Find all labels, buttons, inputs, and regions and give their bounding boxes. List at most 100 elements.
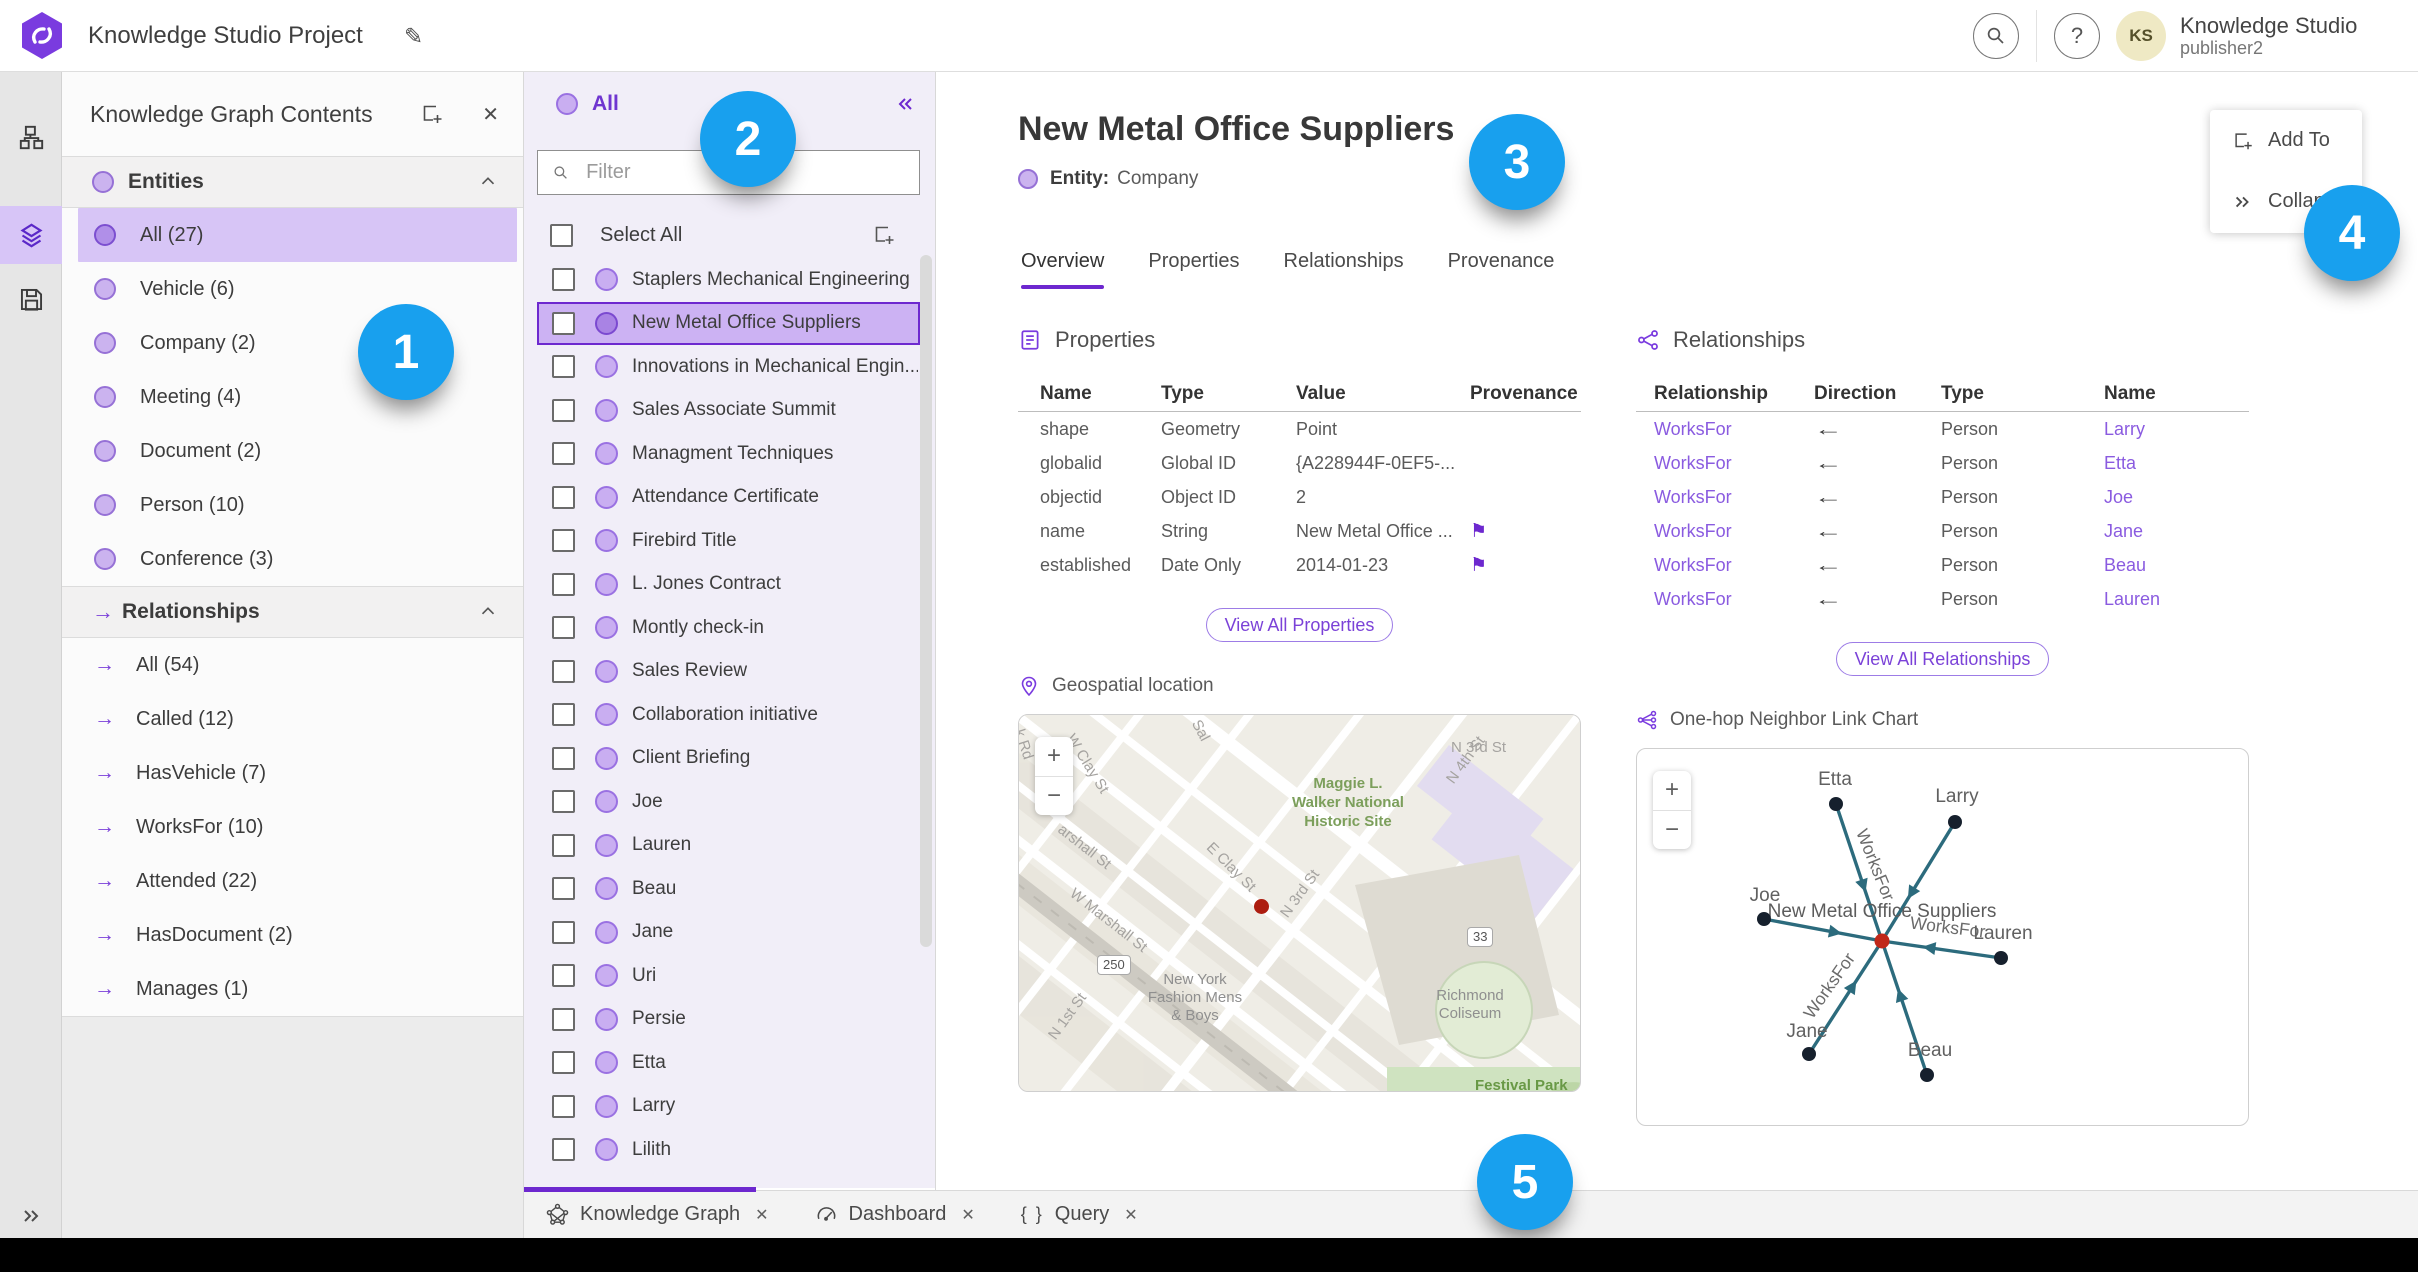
tab-knowledge-graph[interactable]: Knowledge Graph ✕ <box>546 1203 769 1226</box>
relationship-link[interactable]: WorksFor <box>1654 589 1814 610</box>
add-to-menu-item[interactable]: Add To <box>2210 110 2362 171</box>
entity-instance-item[interactable]: Jane <box>537 911 920 955</box>
select-all-checkbox[interactable] <box>550 223 573 247</box>
entity-instance-item[interactable]: Beau <box>537 867 920 911</box>
item-checkbox[interactable] <box>552 485 575 509</box>
provenance-flag-icon[interactable]: ⚑ <box>1470 554 1581 577</box>
entity-instance-item[interactable]: Uri <box>537 954 920 998</box>
entity-instance-item[interactable]: Larry <box>537 1085 920 1129</box>
item-checkbox[interactable] <box>552 572 575 596</box>
item-checkbox[interactable] <box>552 311 575 335</box>
entity-instance-item[interactable]: L. Jones Contract <box>537 563 920 607</box>
list-scrollbar[interactable] <box>920 255 932 947</box>
entities-section-header[interactable]: Entities <box>62 156 523 208</box>
entity-instance-item[interactable]: Etta <box>537 1041 920 1085</box>
link-chart-node[interactable]: Larry <box>1935 786 1979 829</box>
item-checkbox[interactable] <box>552 398 575 422</box>
item-checkbox[interactable] <box>552 920 575 944</box>
entity-instance-item[interactable]: Collaboration initiative <box>537 693 920 737</box>
related-entity-link[interactable]: Beau <box>2104 555 2249 576</box>
map-zoom-out-button[interactable]: − <box>1035 777 1073 816</box>
entity-instance-item[interactable]: Lauren <box>537 824 920 868</box>
contents-nav-button[interactable] <box>0 206 62 264</box>
link-chart[interactable]: WorksFor WorksFor WorksFor New Metal Office… <box>1636 748 2249 1126</box>
add-entity-button[interactable] <box>872 223 896 247</box>
item-checkbox[interactable] <box>552 442 575 466</box>
save-nav-button[interactable] <box>0 270 62 328</box>
item-checkbox[interactable] <box>552 355 575 379</box>
item-checkbox[interactable] <box>552 790 575 814</box>
related-entity-link[interactable]: Etta <box>2104 453 2249 474</box>
collapse-relationships-icon[interactable] <box>477 601 499 623</box>
tab-dashboard[interactable]: Dashboard ✕ <box>815 1203 975 1226</box>
view-all-relationships-button[interactable]: View All Relationships <box>1835 642 2050 676</box>
collapse-list-panel-button[interactable] <box>893 92 917 116</box>
avatar[interactable]: KS <box>2116 11 2166 61</box>
entity-instance-item[interactable]: Joe <box>537 780 920 824</box>
help-button[interactable]: ? <box>2054 13 2100 59</box>
item-checkbox[interactable] <box>552 529 575 553</box>
entity-instance-item[interactable]: Firebird Title <box>537 519 920 563</box>
entity-instance-item[interactable]: Sales Associate Summit <box>537 389 920 433</box>
entity-instance-item[interactable]: Sales Review <box>537 650 920 694</box>
close-contents-panel-button[interactable]: ✕ <box>482 102 499 127</box>
relationship-link[interactable]: WorksFor <box>1654 555 1814 576</box>
item-checkbox[interactable] <box>552 746 575 770</box>
search-button[interactable] <box>1973 13 2019 59</box>
related-entity-link[interactable]: Larry <box>2104 419 2249 440</box>
entity-instance-item[interactable]: Montly check-in <box>537 606 920 650</box>
item-checkbox[interactable] <box>552 616 575 640</box>
relationships-section-header[interactable]: → Relationships <box>62 586 523 638</box>
entity-instance-item[interactable]: Staplers Mechanical Engineering <box>537 258 920 302</box>
link-chart-node[interactable]: Lauren <box>1973 923 2033 965</box>
add-to-contents-button[interactable] <box>420 102 444 126</box>
item-checkbox[interactable] <box>552 1094 575 1118</box>
entity-type-item[interactable]: Meeting (4) <box>78 370 517 424</box>
close-tab-icon[interactable]: ✕ <box>1124 1205 1137 1225</box>
entity-instance-item[interactable]: Innovations in Mechanical Engin... <box>537 345 920 389</box>
item-checkbox[interactable] <box>552 703 575 727</box>
relationship-link[interactable]: WorksFor <box>1654 419 1814 440</box>
link-chart-node[interactable]: Beau <box>1908 1040 1952 1082</box>
link-chart-node[interactable]: Jane <box>1786 1021 1828 1061</box>
relationship-link[interactable]: WorksFor <box>1654 521 1814 542</box>
entity-instance-item[interactable]: Attendance Certificate <box>537 476 920 520</box>
tab-properties[interactable]: Properties <box>1148 250 1239 289</box>
relationship-type-item[interactable]: → All (54) <box>78 638 517 692</box>
item-checkbox[interactable] <box>552 877 575 901</box>
entity-instance-item[interactable]: Lilith <box>537 1128 920 1172</box>
entity-type-item[interactable]: All (27) <box>78 208 517 262</box>
relationship-type-item[interactable]: → Manages (1) <box>78 962 517 1016</box>
entity-instance-item[interactable]: Client Briefing <box>537 737 920 781</box>
entity-instance-item[interactable]: Persie <box>537 998 920 1042</box>
geospatial-map[interactable]: + − k Rd W Clay St Sal arshall St W Marshall… <box>1018 714 1581 1092</box>
entity-type-item[interactable]: Conference (3) <box>78 532 517 586</box>
tab-relationships[interactable]: Relationships <box>1284 250 1404 289</box>
app-logo-icon[interactable] <box>20 11 64 60</box>
link-chart-node[interactable]: Etta <box>1818 769 1852 811</box>
relationship-type-item[interactable]: → Called (12) <box>78 692 517 746</box>
item-checkbox[interactable] <box>552 1138 575 1162</box>
item-checkbox[interactable] <box>552 964 575 988</box>
item-checkbox[interactable] <box>552 833 575 857</box>
item-checkbox[interactable] <box>552 268 575 292</box>
related-entity-link[interactable]: Jane <box>2104 521 2249 542</box>
link-chart-zoom-out-button[interactable]: − <box>1653 811 1691 850</box>
data-model-nav-button[interactable] <box>0 108 62 166</box>
entity-type-item[interactable]: Vehicle (6) <box>78 262 517 316</box>
map-zoom-in-button[interactable]: + <box>1035 737 1073 777</box>
tab-query[interactable]: { } Query ✕ <box>1021 1203 1138 1226</box>
relationship-link[interactable]: WorksFor <box>1654 453 1814 474</box>
rail-expand-button[interactable] <box>0 1204 62 1228</box>
relationship-type-item[interactable]: → WorksFor (10) <box>78 800 517 854</box>
view-all-properties-button[interactable]: View All Properties <box>1205 608 1394 642</box>
entity-instance-item[interactable]: Managment Techniques <box>537 432 920 476</box>
entity-type-item[interactable]: Document (2) <box>78 424 517 478</box>
close-tab-icon[interactable]: ✕ <box>961 1205 974 1225</box>
related-entity-link[interactable]: Lauren <box>2104 589 2249 610</box>
relationship-type-item[interactable]: → HasVehicle (7) <box>78 746 517 800</box>
relationship-type-item[interactable]: → HasDocument (2) <box>78 908 517 962</box>
collapse-entities-icon[interactable] <box>477 171 499 193</box>
item-checkbox[interactable] <box>552 659 575 683</box>
relationship-link[interactable]: WorksFor <box>1654 487 1814 508</box>
